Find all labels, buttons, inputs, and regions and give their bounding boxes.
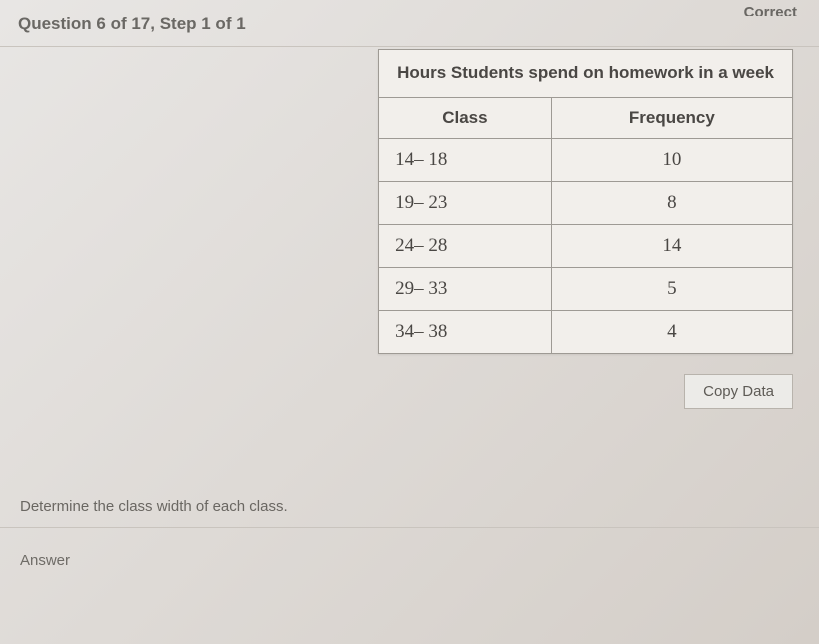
table-row: 24– 28 14 [379,224,793,267]
table-row: 14– 18 10 [379,138,793,181]
freq-cell: 10 [551,138,792,181]
table-title: Hours Students spend on homework in a we… [379,50,793,98]
table-title-row: Hours Students spend on homework in a we… [379,50,793,98]
class-cell: 19– 23 [379,181,552,224]
copy-data-wrap: Copy Data [378,374,793,409]
freq-cell: 4 [551,310,792,353]
answer-label: Answer [20,552,799,569]
class-cell: 14– 18 [379,138,552,181]
class-cell: 24– 28 [379,224,552,267]
freq-cell: 5 [551,267,792,310]
copy-data-button[interactable]: Copy Data [684,374,793,409]
table-row: 19– 23 8 [379,181,793,224]
correct-indicator: Correct [744,2,797,16]
col-header-frequency: Frequency [551,97,792,138]
table-row: 34– 38 4 [379,310,793,353]
table-row: 29– 33 5 [379,267,793,310]
frequency-table-container: Hours Students spend on homework in a we… [378,49,793,409]
content-area: Hours Students spend on homework in a we… [0,47,819,527]
col-header-class: Class [379,97,552,138]
class-cell: 34– 38 [379,310,552,353]
answer-section: Answer [0,527,819,609]
class-cell: 29– 33 [379,267,552,310]
question-prompt: Determine the class width of each class. [20,498,288,515]
table-header-row: Class Frequency [379,97,793,138]
freq-cell: 8 [551,181,792,224]
freq-cell: 14 [551,224,792,267]
question-header: Question 6 of 17, Step 1 of 1 [18,8,246,40]
frequency-table: Hours Students spend on homework in a we… [378,49,793,354]
